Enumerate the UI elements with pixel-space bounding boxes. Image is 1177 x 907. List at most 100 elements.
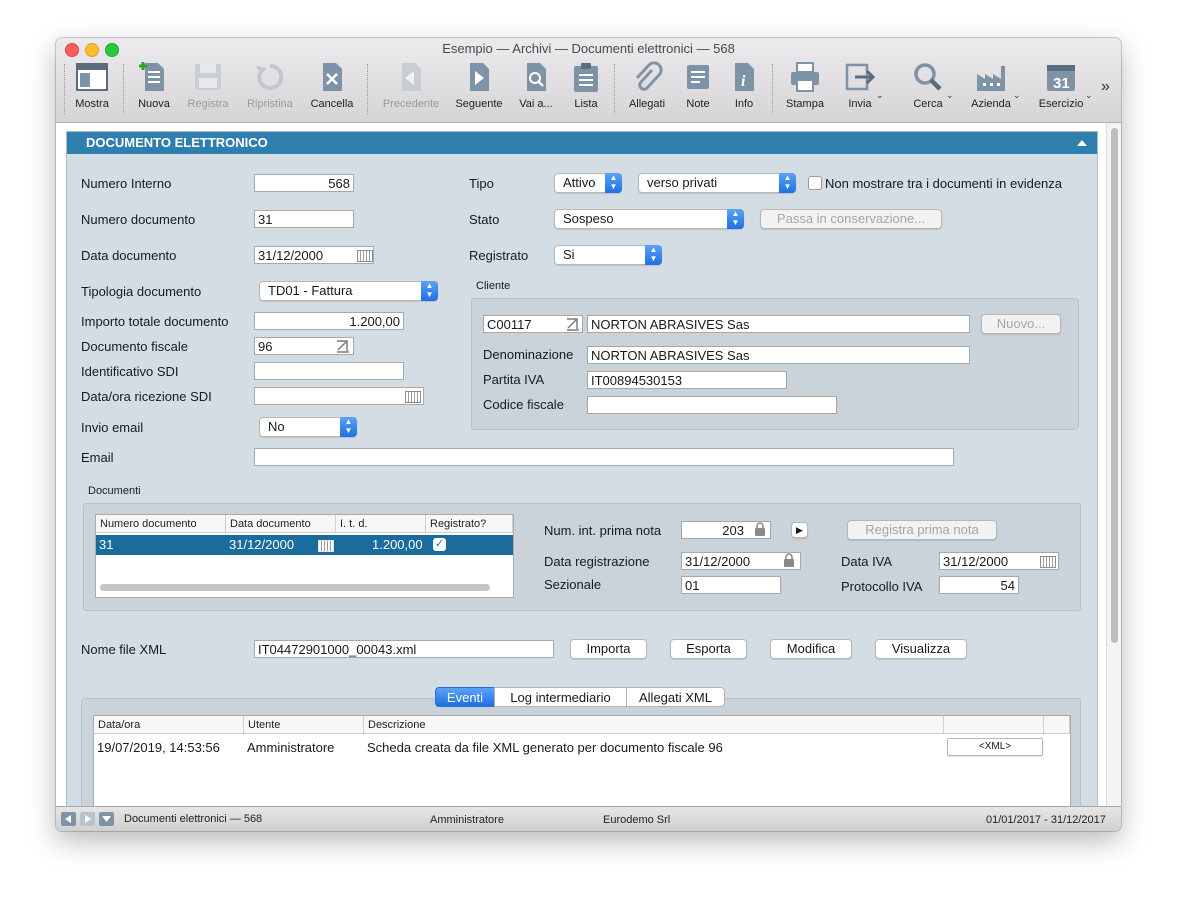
dropdown-record-icon[interactable]: [99, 812, 114, 826]
lock-icon: [784, 553, 794, 567]
registra-button[interactable]: Registra: [184, 60, 232, 116]
tipologia-label: Tipologia documento: [81, 284, 202, 299]
calendar-picker-icon[interactable]: [357, 250, 373, 262]
registra-prima-nota-button[interactable]: Registra prima nota: [847, 520, 997, 540]
column-header[interactable]: Numero documento: [96, 515, 226, 533]
numero-documento-field[interactable]: 31: [254, 210, 354, 228]
horizontal-scrollbar[interactable]: [100, 584, 490, 591]
modifica-button[interactable]: Modifica: [770, 639, 852, 659]
tab-allegati-xml[interactable]: Allegati XML: [626, 687, 725, 707]
id-sdi-field[interactable]: [254, 362, 404, 380]
toolbar-separator: [64, 64, 65, 114]
note-button[interactable]: Note: [676, 60, 720, 116]
collapse-triangle-icon[interactable]: [1077, 140, 1087, 146]
esporta-button[interactable]: Esporta: [670, 639, 747, 659]
numero-interno-label: Numero Interno: [81, 176, 172, 191]
calendar-picker-icon[interactable]: [405, 391, 421, 403]
cerca-dropdown-chevron-icon[interactable]: ⌄: [946, 90, 954, 101]
delete-document-icon: [323, 63, 342, 91]
updown-chevron-icon: ▲ ▼: [779, 173, 796, 193]
svg-text:i: i: [741, 73, 746, 90]
denominazione-field[interactable]: NORTON ABRASIVES Sas: [587, 346, 970, 364]
column-header[interactable]: [1044, 716, 1070, 734]
registrato-label: Registrato: [469, 248, 529, 263]
email-label: Email: [81, 450, 114, 465]
new-document-icon: [139, 62, 164, 91]
cliente-name-field[interactable]: NORTON ABRASIVES Sas: [587, 315, 970, 333]
invia-dropdown-chevron-icon[interactable]: ⌄: [876, 90, 884, 101]
column-header[interactable]: Data documento: [226, 515, 336, 533]
column-header[interactable]: Data/ora: [94, 716, 244, 734]
vertical-scrollbar[interactable]: [1106, 123, 1121, 806]
codice-fiscale-field[interactable]: [587, 396, 837, 414]
protocollo-iva-label: Protocollo IVA: [841, 579, 923, 594]
table-row[interactable]: 19/07/2019, 14:53:56 Amministratore Sche…: [94, 736, 1070, 760]
nome-file-xml-field[interactable]: IT04472901000_00043.xml: [254, 640, 554, 658]
non-mostrare-checkbox[interactable]: [808, 176, 822, 190]
column-header[interactable]: [944, 716, 1044, 734]
tipologia-select[interactable]: TD01 - Fattura ▲ ▼: [259, 281, 438, 301]
search-document-icon: [527, 63, 546, 91]
partita-iva-field[interactable]: IT00894530153: [587, 371, 787, 389]
lista-button[interactable]: Lista: [564, 60, 608, 116]
protocollo-iva-field[interactable]: 54: [939, 576, 1019, 594]
toolbar-overflow-icon[interactable]: »: [1101, 78, 1110, 96]
invio-email-select[interactable]: No ▲ ▼: [259, 417, 357, 437]
link-arrow-icon[interactable]: [565, 317, 581, 331]
seguente-button[interactable]: Seguente: [454, 60, 504, 116]
importa-button[interactable]: Importa: [570, 639, 647, 659]
updown-chevron-icon: ▲ ▼: [340, 417, 357, 437]
azienda-dropdown-chevron-icon[interactable]: ⌄: [1013, 90, 1021, 101]
calendar-picker-icon[interactable]: [1040, 556, 1056, 568]
cancella-button[interactable]: Cancella: [308, 60, 356, 116]
nuovo-cliente-button[interactable]: Nuovo...: [981, 314, 1061, 334]
table-row[interactable]: 31 31/12/2000 1.200,00 ✓: [96, 535, 513, 555]
stato-select[interactable]: Sospeso ▲ ▼: [554, 209, 744, 229]
invia-button[interactable]: Invia: [838, 60, 882, 116]
stampa-button[interactable]: Stampa: [782, 60, 828, 116]
passa-conservazione-button[interactable]: Passa in conservazione...: [760, 209, 942, 229]
vai-a-button[interactable]: Vai a...: [514, 60, 558, 116]
section-header[interactable]: DOCUMENTO ELETTRONICO: [67, 132, 1097, 154]
allegati-button[interactable]: Allegati: [624, 60, 670, 116]
registrato-checkbox[interactable]: ✓: [433, 538, 446, 551]
scroll-thumb[interactable]: [1111, 128, 1118, 643]
registrato-select[interactable]: Si ▲ ▼: [554, 245, 662, 265]
nuova-button[interactable]: Nuova: [132, 60, 176, 116]
importo-field[interactable]: 1.200,00: [254, 312, 404, 330]
lock-icon: [755, 522, 765, 536]
tab-log-intermediario[interactable]: Log intermediario: [494, 687, 627, 707]
updown-chevron-icon: ▲ ▼: [645, 245, 662, 265]
documenti-table: Numero documento Data documento I. t. d.…: [95, 514, 514, 598]
column-header[interactable]: Descrizione: [364, 716, 944, 734]
xml-view-button[interactable]: <XML>: [947, 738, 1043, 756]
visualizza-button[interactable]: Visualizza: [875, 639, 967, 659]
column-header[interactable]: Utente: [244, 716, 364, 734]
previous-record-icon[interactable]: [61, 812, 76, 826]
tab-eventi[interactable]: Eventi: [435, 687, 495, 707]
email-field[interactable]: [254, 448, 954, 466]
toolbar-separator: [123, 64, 124, 114]
column-header[interactable]: I. t. d.: [336, 515, 426, 533]
data-iva-label: Data IVA: [841, 554, 893, 569]
goto-prima-nota-button[interactable]: ▶: [791, 522, 808, 538]
column-header[interactable]: Registrato?: [426, 515, 513, 533]
mostra-button[interactable]: Mostra: [70, 60, 114, 116]
numero-interno-field[interactable]: 568: [254, 174, 354, 192]
link-arrow-icon[interactable]: [335, 339, 351, 353]
tipo-select[interactable]: Attivo ▲ ▼: [554, 173, 622, 193]
cerca-button[interactable]: Cerca: [906, 60, 950, 116]
next-record-icon[interactable]: [80, 812, 95, 826]
esercizio-button[interactable]: 31 Esercizio: [1036, 60, 1086, 116]
azienda-button[interactable]: Azienda: [968, 60, 1014, 116]
esercizio-dropdown-chevron-icon[interactable]: ⌄: [1085, 90, 1093, 101]
ripristina-button[interactable]: Ripristina: [242, 60, 298, 116]
data-documento-field[interactable]: 31/12/2000: [254, 246, 374, 264]
sezionale-label: Sezionale: [544, 577, 602, 592]
tipo-destinatario-select[interactable]: verso privati ▲ ▼: [638, 173, 796, 193]
ricezione-sdi-label: Data/ora ricezione SDI: [81, 389, 212, 404]
sezionale-field[interactable]: 01: [681, 576, 781, 594]
info-button[interactable]: i Info: [722, 60, 766, 116]
ricezione-sdi-field[interactable]: [254, 387, 424, 405]
precedente-button[interactable]: Precedente: [378, 60, 444, 116]
